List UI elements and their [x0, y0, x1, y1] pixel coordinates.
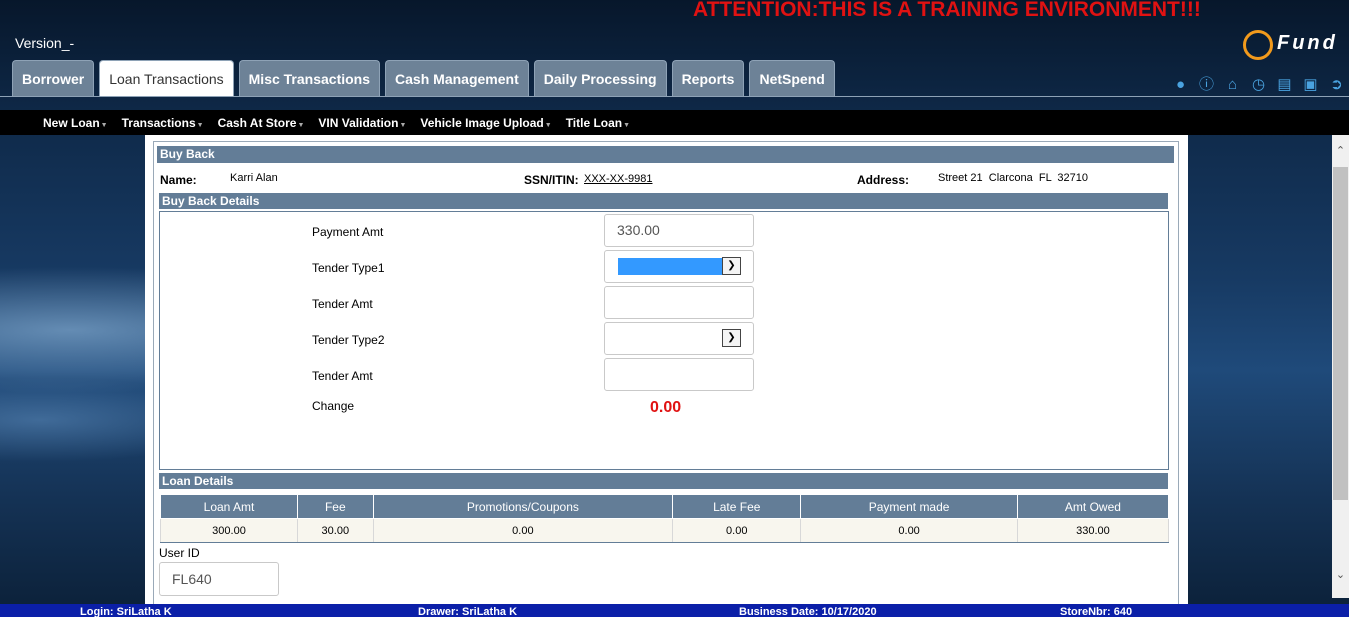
subnav-vin-validation[interactable]: VIN Validation▼	[318, 116, 406, 130]
column-header-amt-owed: Amt Owed	[1016, 494, 1170, 519]
cell-late-fee: 0.00	[672, 518, 802, 543]
tab-divider	[0, 96, 1349, 97]
payment-amt-input[interactable]: 330.00	[604, 214, 754, 247]
footer-drawer: Drawer: SriLatha K	[418, 606, 518, 617]
tab-daily-processing[interactable]: Daily Processing	[533, 60, 667, 97]
user-icon[interactable]: ●	[1171, 75, 1190, 94]
scroll-down-icon[interactable]: ⌄	[1332, 567, 1349, 584]
tab-cash-management[interactable]: Cash Management	[385, 60, 529, 97]
home-icon[interactable]: ⌂	[1223, 75, 1242, 94]
ssn-link[interactable]: XXX-XX-9981	[584, 173, 652, 185]
cell-amt-owed: 330.00	[1016, 518, 1170, 543]
chevron-down-icon: ▼	[544, 121, 552, 129]
ssn-label: SSN/ITIN:	[524, 173, 579, 187]
sub-navigation: New Loan▼ Transactions▼ Cash At Store▼ V…	[0, 110, 1349, 135]
loan-details-header: Loan Details	[158, 472, 1169, 490]
logo-q-icon	[1243, 30, 1273, 60]
buy-back-header: Buy Back	[156, 145, 1175, 164]
table-header-row: Loan Amt Fee Promotions/Coupons Late Fee…	[160, 494, 1170, 519]
subnav-cash-at-store[interactable]: Cash At Store▼	[218, 116, 305, 130]
tender-amt2-label: Tender Amt	[312, 369, 373, 383]
chevron-down-icon: ▼	[100, 121, 108, 129]
payment-amt-label: Payment Amt	[312, 225, 384, 239]
scroll-up-icon[interactable]: ⌃	[1332, 143, 1349, 160]
clock-icon[interactable]: ◷	[1249, 75, 1268, 94]
address-label: Address:	[857, 173, 910, 187]
cell-promotions: 0.00	[372, 518, 674, 543]
scroll-thumb[interactable]	[1333, 167, 1348, 500]
tab-reports[interactable]: Reports	[671, 60, 745, 97]
tender-type1-select[interactable]: ❯	[604, 250, 754, 283]
footer-store: StoreNbr: 640	[1060, 606, 1133, 617]
cell-payment-made: 0.00	[800, 518, 1018, 543]
address-value: Street 21 Clarcona FL 32710	[938, 172, 1089, 184]
status-footer: Login: SriLatha K Drawer: SriLatha K Bus…	[0, 604, 1349, 617]
logout-icon[interactable]: ➲	[1327, 75, 1346, 94]
tab-borrower[interactable]: Borrower	[12, 60, 95, 97]
tab-netspend[interactable]: NetSpend	[749, 60, 835, 97]
vertical-scrollbar[interactable]: ⌃ ⌄	[1332, 135, 1349, 598]
tab-misc-transactions[interactable]: Misc Transactions	[238, 60, 381, 97]
tender-amt1-label: Tender Amt	[312, 297, 373, 311]
change-label: Change	[312, 399, 355, 413]
info-icon[interactable]: ⓘ	[1197, 75, 1216, 94]
tender-type2-select[interactable]: ❯	[604, 322, 754, 355]
change-value: 0.00	[650, 399, 682, 416]
footer-login: Login: SriLatha K	[80, 606, 172, 617]
tender-type2-label: Tender Type2	[312, 333, 385, 347]
chevron-down-icon[interactable]: ❯	[722, 329, 741, 347]
table-row: 300.00 30.00 0.00 0.00 0.00 330.00	[160, 518, 1170, 543]
user-id-input[interactable]: FL640	[159, 562, 279, 596]
header-icons: ● ⓘ ⌂ ◷ ▤ ▣ ➲	[1171, 75, 1346, 94]
chevron-down-icon: ▼	[196, 121, 204, 129]
cell-fee: 30.00	[297, 518, 374, 543]
qfund-logo: Fund	[1241, 28, 1345, 70]
subnav-title-loan[interactable]: Title Loan▼	[566, 116, 630, 130]
chevron-down-icon: ▼	[399, 121, 407, 129]
version-label: Version_-	[15, 35, 75, 51]
column-header-loan-amt: Loan Amt	[160, 494, 298, 519]
logo-text: Fund	[1277, 32, 1338, 54]
tender-amt2-input[interactable]	[604, 358, 754, 391]
footer-business-date: Business Date: 10/17/2020	[739, 606, 877, 617]
subnav-vehicle-image-upload[interactable]: Vehicle Image Upload▼	[420, 116, 551, 130]
chevron-down-icon[interactable]: ❯	[722, 257, 741, 275]
list-icon[interactable]: ▤	[1275, 75, 1294, 94]
main-tabs: Borrower Loan Transactions Misc Transact…	[12, 60, 835, 97]
subnav-transactions[interactable]: Transactions▼	[122, 116, 204, 130]
lock-icon[interactable]: ▣	[1301, 75, 1320, 94]
cell-loan-amt: 300.00	[160, 518, 298, 543]
tender-type1-label: Tender Type1	[312, 261, 385, 275]
app-header: ATTENTION:THIS IS A TRAINING ENVIRONMENT…	[0, 0, 1349, 97]
loan-details-table: Loan Amt Fee Promotions/Coupons Late Fee…	[160, 494, 1170, 543]
tab-loan-transactions[interactable]: Loan Transactions	[99, 60, 234, 97]
name-label: Name:	[160, 173, 197, 187]
selected-option-highlight	[618, 258, 722, 275]
name-value: Karri Alan	[230, 172, 278, 184]
column-header-fee: Fee	[297, 494, 374, 519]
chevron-down-icon: ▼	[623, 121, 631, 129]
training-banner: ATTENTION:THIS IS A TRAINING ENVIRONMENT…	[693, 0, 1201, 21]
user-id-label: User ID	[159, 546, 200, 560]
buy-back-details-header: Buy Back Details	[158, 192, 1169, 210]
column-header-promotions: Promotions/Coupons	[372, 494, 674, 519]
column-header-payment-made: Payment made	[800, 494, 1018, 519]
column-header-late-fee: Late Fee	[672, 494, 802, 519]
tender-amt1-input[interactable]	[604, 286, 754, 319]
chevron-down-icon: ▼	[297, 121, 305, 129]
subnav-new-loan[interactable]: New Loan▼	[43, 116, 108, 130]
